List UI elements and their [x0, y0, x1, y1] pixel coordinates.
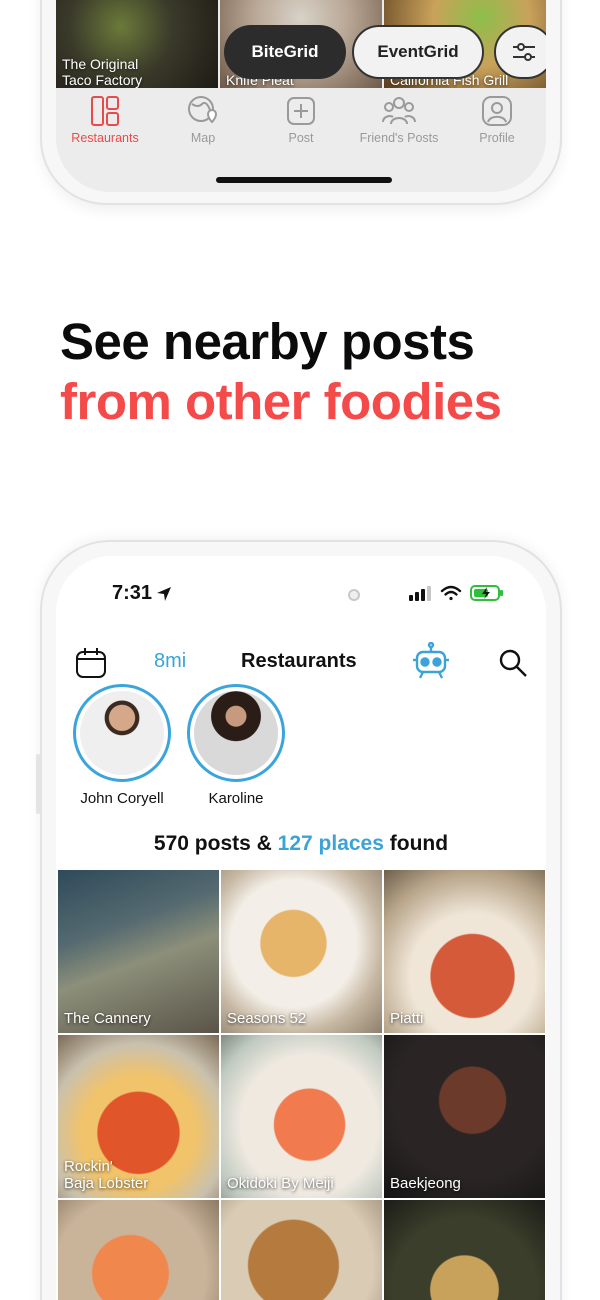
restaurants-grid-icon — [91, 96, 119, 126]
bitegrid-label: BiteGrid — [251, 42, 319, 61]
story-john-coryell[interactable]: John Coryell — [62, 684, 182, 807]
avatar — [80, 691, 164, 775]
restaurant-tile[interactable]: Okidoki By Meiji — [221, 1035, 382, 1198]
cellular-signal-icon — [409, 586, 431, 601]
friend-stories-row: John Coryell Karoline — [56, 684, 546, 807]
tab-restaurants[interactable]: Restaurants — [57, 94, 153, 145]
headline-line-2: from other foodies — [60, 373, 502, 430]
tab-profile[interactable]: Profile — [449, 94, 545, 145]
camera-dot — [348, 589, 360, 601]
restaurant-tile[interactable]: The Cannery — [58, 870, 219, 1033]
bottom-tab-bar: Restaurants Map Post Friend's Posts Prof… — [56, 88, 546, 148]
search-icon[interactable] — [498, 648, 528, 678]
top-grid-tile[interactable]: The Original Taco Factory — [56, 0, 218, 88]
post-plus-icon — [287, 97, 315, 125]
status-time: 7:31 — [112, 582, 172, 605]
distance-filter[interactable]: 8mi — [154, 650, 186, 673]
top-phone-screen: The Original Taco Factory Knife Pleat Ca… — [56, 0, 546, 192]
map-globe-icon — [188, 96, 218, 124]
restaurant-tile[interactable] — [58, 1200, 219, 1300]
tab-post[interactable]: Post — [253, 94, 349, 145]
restaurant-tile[interactable] — [384, 1200, 545, 1300]
filter-button[interactable] — [494, 25, 546, 79]
location-arrow-icon — [157, 586, 172, 601]
restaurant-name: Piatti — [390, 1010, 424, 1027]
robot-assistant-icon[interactable] — [411, 642, 451, 682]
tab-label: Restaurants — [71, 131, 139, 145]
tab-friends-posts[interactable]: Friend's Posts — [351, 94, 447, 145]
restaurant-name: Rockin' Baja Lobster — [64, 1158, 149, 1192]
tab-label: Profile — [479, 131, 515, 145]
page-title: Restaurants — [241, 650, 357, 672]
restaurant-tile[interactable] — [221, 1200, 382, 1300]
home-indicator — [216, 177, 392, 183]
story-ring — [73, 684, 171, 782]
restaurant-tile[interactable]: Rockin' Baja Lobster — [58, 1035, 219, 1198]
tab-label: Friend's Posts — [359, 131, 439, 145]
wifi-icon — [440, 585, 462, 601]
restaurant-photo-grid: The Cannery Seasons 52 Piatti Rockin' Ba… — [58, 870, 546, 1300]
story-name: Karoline — [208, 790, 264, 807]
filter-sliders-icon — [513, 43, 535, 61]
profile-icon — [482, 96, 512, 126]
story-karoline[interactable]: Karoline — [176, 684, 296, 807]
top-nav-bar: 8mi Restaurants — [56, 638, 546, 688]
bitegrid-toggle-button[interactable]: BiteGrid — [224, 25, 346, 79]
eventgrid-label: EventGrid — [377, 42, 459, 61]
calendar-icon[interactable] — [74, 646, 108, 680]
tab-label: Post — [288, 131, 314, 145]
eventgrid-toggle-button[interactable]: EventGrid — [352, 25, 484, 79]
clock-text: 7:31 — [112, 582, 153, 604]
tab-label: Map — [190, 131, 216, 145]
avatar — [194, 691, 278, 775]
places-count[interactable]: 127 places — [278, 832, 384, 855]
phone-screen: 7:31 8mi Restaurants John Coryell Karoli… — [56, 556, 546, 1300]
headline-line-1: See nearby posts — [60, 313, 475, 370]
tab-map[interactable]: Map — [155, 94, 251, 145]
story-name: John Coryell — [80, 790, 164, 807]
phone-frame: 7:31 8mi Restaurants John Coryell Karoli… — [36, 540, 562, 1300]
results-summary: 570 posts & 127 places found — [56, 832, 546, 856]
summary-suffix: found — [389, 832, 449, 855]
restaurant-name: Baekjeong — [390, 1175, 461, 1192]
promo-headline: See nearby posts from other foodies — [60, 312, 560, 432]
restaurant-tile[interactable]: Piatti — [384, 870, 545, 1033]
restaurant-tile[interactable]: Baekjeong — [384, 1035, 545, 1198]
restaurant-name: The Cannery — [64, 1010, 151, 1027]
status-bar: 7:31 — [56, 556, 546, 626]
top-phone-frame: The Original Taco Factory Knife Pleat Ca… — [40, 0, 562, 205]
posts-count: 570 posts & — [153, 832, 272, 855]
restaurant-name: Seasons 52 — [227, 1010, 307, 1027]
story-ring — [187, 684, 285, 782]
battery-charging-icon — [470, 585, 503, 601]
restaurant-name: Okidoki By Meiji — [227, 1175, 334, 1192]
restaurant-tile[interactable]: Seasons 52 — [221, 870, 382, 1033]
friends-icon — [382, 97, 416, 125]
status-icons — [408, 584, 504, 602]
top-tile-label: The Original Taco Factory — [62, 56, 143, 88]
